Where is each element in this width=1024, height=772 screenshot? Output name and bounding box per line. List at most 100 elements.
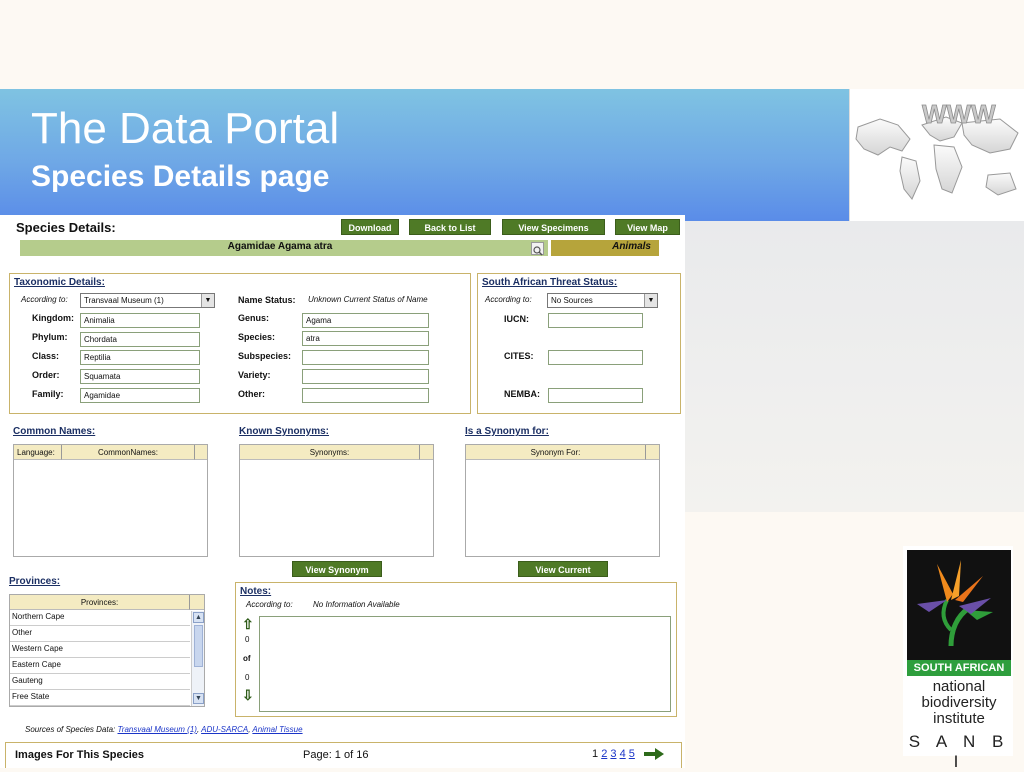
threat-status-title: South African Threat Status: bbox=[482, 277, 618, 288]
province-item[interactable]: Northern Cape bbox=[10, 610, 190, 626]
provinces-scrollbar[interactable]: ▲ ▼ bbox=[191, 611, 204, 706]
view-map-button[interactable]: View Map bbox=[615, 219, 680, 235]
arrow-up-icon[interactable]: ⇧ bbox=[242, 616, 254, 633]
field-label: Order: bbox=[32, 370, 60, 380]
subspecies-field[interactable] bbox=[302, 350, 429, 365]
threat-source-select[interactable]: No Sources ▼ bbox=[547, 293, 658, 308]
slide-subtitle: Species Details page bbox=[31, 160, 330, 193]
page-link[interactable]: 4 bbox=[620, 748, 626, 760]
taxonomic-source-select[interactable]: Transvaal Museum (1) ▼ bbox=[80, 293, 215, 308]
taxonomic-source-value: Transvaal Museum (1) bbox=[84, 296, 164, 305]
cites-field[interactable] bbox=[548, 350, 643, 365]
column-header-common-names[interactable]: CommonNames: bbox=[62, 445, 195, 460]
province-item[interactable]: Free State bbox=[10, 690, 190, 706]
source-link[interactable]: Transvaal Museum (1) bbox=[118, 725, 197, 734]
notes-title: Notes: bbox=[240, 586, 272, 597]
world-globe-image: WWW bbox=[849, 89, 1024, 221]
kingdom-field[interactable]: Animalia bbox=[80, 313, 200, 328]
images-title: Images For This Species bbox=[15, 749, 144, 761]
field-label: IUCN: bbox=[504, 314, 529, 324]
genus-field[interactable]: Agama bbox=[302, 313, 429, 328]
province-item[interactable]: Eastern Cape bbox=[10, 658, 190, 674]
scroll-down-icon[interactable]: ▼ bbox=[193, 693, 204, 704]
column-header-spacer bbox=[190, 595, 204, 610]
column-header-spacer bbox=[646, 445, 659, 460]
sources-label: Sources of Species Data: bbox=[25, 725, 116, 734]
nemba-field[interactable] bbox=[548, 388, 643, 403]
known-synonyms-list[interactable]: Synonyms: bbox=[239, 444, 434, 557]
category-label: Animals bbox=[612, 241, 651, 252]
arrow-down-icon[interactable]: ⇩ bbox=[242, 687, 254, 704]
family-field[interactable]: Agamidae bbox=[80, 388, 200, 403]
www-text: WWW bbox=[922, 99, 996, 129]
known-synonyms-title: Known Synonyms: bbox=[239, 426, 330, 437]
column-header-synonyms[interactable]: Synonyms: bbox=[240, 445, 420, 460]
column-header-language[interactable]: Language: bbox=[14, 445, 62, 460]
province-item[interactable]: Gauteng bbox=[10, 674, 190, 690]
field-label: Class: bbox=[32, 351, 60, 361]
name-status-label: Name Status: bbox=[238, 295, 296, 305]
page-link[interactable]: 3 bbox=[610, 748, 616, 760]
magnifier-icon[interactable] bbox=[531, 242, 544, 256]
source-link[interactable]: Animal Tissue bbox=[252, 725, 302, 734]
common-names-title: Common Names: bbox=[13, 426, 96, 437]
bird-of-paradise-logo bbox=[907, 550, 1011, 660]
provinces-title: Provinces: bbox=[9, 576, 61, 587]
field-label: Phylum: bbox=[32, 332, 68, 342]
provinces-list[interactable]: Provinces: Northern Cape Other Western C… bbox=[9, 594, 205, 707]
logo-band: SOUTH AFRICAN bbox=[907, 660, 1011, 676]
field-label: CITES: bbox=[504, 351, 534, 361]
scroll-up-icon[interactable]: ▲ bbox=[193, 612, 204, 623]
iucn-field[interactable] bbox=[548, 313, 643, 328]
province-item[interactable]: Other bbox=[10, 626, 190, 642]
logo-line-2: biodiversity bbox=[921, 694, 997, 711]
phylum-field[interactable]: Chordata bbox=[80, 332, 200, 347]
notes-count-of: of bbox=[243, 654, 251, 663]
common-names-list[interactable]: Language: CommonNames: bbox=[13, 444, 208, 557]
notes-according-label: According to: bbox=[246, 600, 293, 609]
next-page-arrow-icon[interactable] bbox=[643, 747, 665, 766]
species-field[interactable]: atra bbox=[302, 331, 429, 346]
other-field[interactable] bbox=[302, 388, 429, 403]
threat-source-value: No Sources bbox=[551, 296, 593, 305]
variety-field[interactable] bbox=[302, 369, 429, 384]
notes-according-value: No Information Available bbox=[313, 600, 400, 609]
sanbi-logo: SOUTH AFRICAN national biodiversity inst… bbox=[903, 546, 1013, 771]
logo-acronym: S A N B I bbox=[908, 732, 1010, 771]
taxonomic-details-title: Taxonomic Details: bbox=[14, 277, 105, 288]
page-link[interactable]: 5 bbox=[629, 748, 635, 760]
page-heading: Species Details: bbox=[16, 220, 116, 235]
synonym-for-title: Is a Synonym for: bbox=[465, 426, 549, 437]
chevron-down-icon[interactable]: ▼ bbox=[644, 294, 657, 307]
notes-textarea[interactable] bbox=[259, 616, 671, 712]
scroll-thumb[interactable] bbox=[194, 625, 203, 667]
back-to-list-button[interactable]: Back to List bbox=[409, 219, 491, 235]
class-field[interactable]: Reptilia bbox=[80, 350, 200, 365]
images-page-info: Page: 1 of 16 bbox=[303, 749, 369, 761]
sources-line: Sources of Species Data: Transvaal Museu… bbox=[25, 725, 303, 734]
background-panel bbox=[685, 221, 1024, 512]
notes-count-current: 0 bbox=[245, 635, 250, 644]
chevron-down-icon[interactable]: ▼ bbox=[201, 294, 214, 307]
logo-line-1: national bbox=[932, 678, 986, 695]
taxonomic-according-label: According to: bbox=[21, 295, 68, 304]
notes-count-total: 0 bbox=[245, 673, 250, 682]
view-synonym-button[interactable]: View Synonym bbox=[292, 561, 382, 577]
synonym-for-list[interactable]: Synonym For: bbox=[465, 444, 660, 557]
page-link[interactable]: 2 bbox=[601, 748, 607, 760]
order-field[interactable]: Squamata bbox=[80, 369, 200, 384]
column-header-spacer bbox=[195, 445, 207, 460]
download-button[interactable]: Download bbox=[341, 219, 399, 235]
field-label: Genus: bbox=[238, 313, 270, 323]
field-label: Family: bbox=[32, 389, 64, 399]
field-label: Kingdom: bbox=[32, 313, 74, 323]
name-status-value: Unknown Current Status of Name bbox=[308, 295, 428, 304]
view-specimens-button[interactable]: View Specimens bbox=[502, 219, 605, 235]
view-current-button[interactable]: View Current bbox=[518, 561, 608, 577]
field-label: Variety: bbox=[238, 370, 271, 380]
source-link[interactable]: ADU-SARCA bbox=[201, 725, 248, 734]
field-label: Other: bbox=[238, 389, 265, 399]
column-header-synonym-for[interactable]: Synonym For: bbox=[466, 445, 646, 460]
column-header-provinces[interactable]: Provinces: bbox=[10, 595, 190, 610]
province-item[interactable]: Western Cape bbox=[10, 642, 190, 658]
